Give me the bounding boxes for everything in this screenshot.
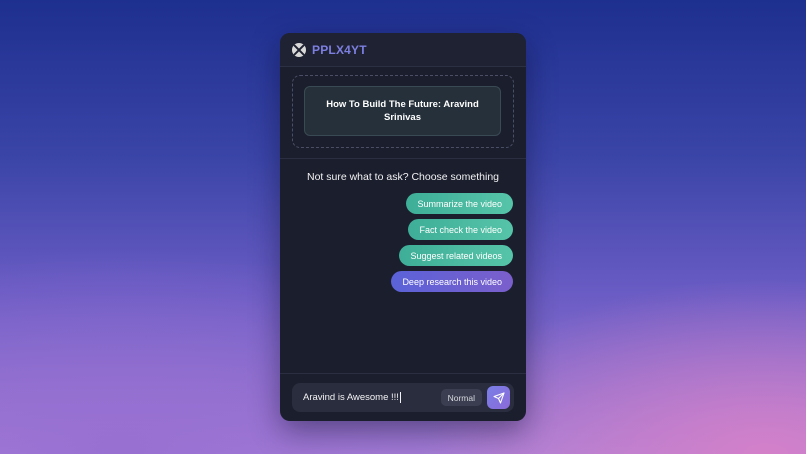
- panel-header: PPLX4YT: [280, 33, 526, 67]
- chat-input[interactable]: Aravind is Awesome !!!: [303, 391, 441, 403]
- chat-input-bar: Aravind is Awesome !!! Normal: [292, 383, 514, 412]
- suggestion-summarize-button[interactable]: Summarize the video: [406, 193, 513, 214]
- video-card[interactable]: How To Build The Future: Aravind Sriniva…: [304, 86, 501, 136]
- suggestion-list: Summarize the video Fact check the video…: [280, 193, 526, 292]
- send-button[interactable]: [487, 386, 510, 409]
- extension-panel: PPLX4YT How To Build The Future: Aravind…: [280, 33, 526, 421]
- chat-input-value: Aravind is Awesome !!!: [303, 392, 399, 403]
- pplx-logo-icon: [292, 42, 306, 57]
- suggestion-prompt: Not sure what to ask? Choose something: [306, 171, 500, 183]
- divider: [280, 373, 526, 374]
- send-icon: [492, 391, 505, 404]
- suggestion-deep-research-button[interactable]: Deep research this video: [391, 271, 513, 292]
- mode-selector[interactable]: Normal: [440, 389, 482, 406]
- suggestion-fact-check-button[interactable]: Fact check the video: [408, 219, 513, 240]
- brand-title: PPLX4YT: [312, 42, 367, 57]
- video-title: How To Build The Future: Aravind Sriniva…: [326, 99, 479, 123]
- video-drop-zone: How To Build The Future: Aravind Sriniva…: [292, 75, 514, 148]
- suggestion-related-videos-button[interactable]: Suggest related videos: [399, 245, 513, 266]
- text-caret: [399, 391, 401, 403]
- divider: [280, 158, 526, 159]
